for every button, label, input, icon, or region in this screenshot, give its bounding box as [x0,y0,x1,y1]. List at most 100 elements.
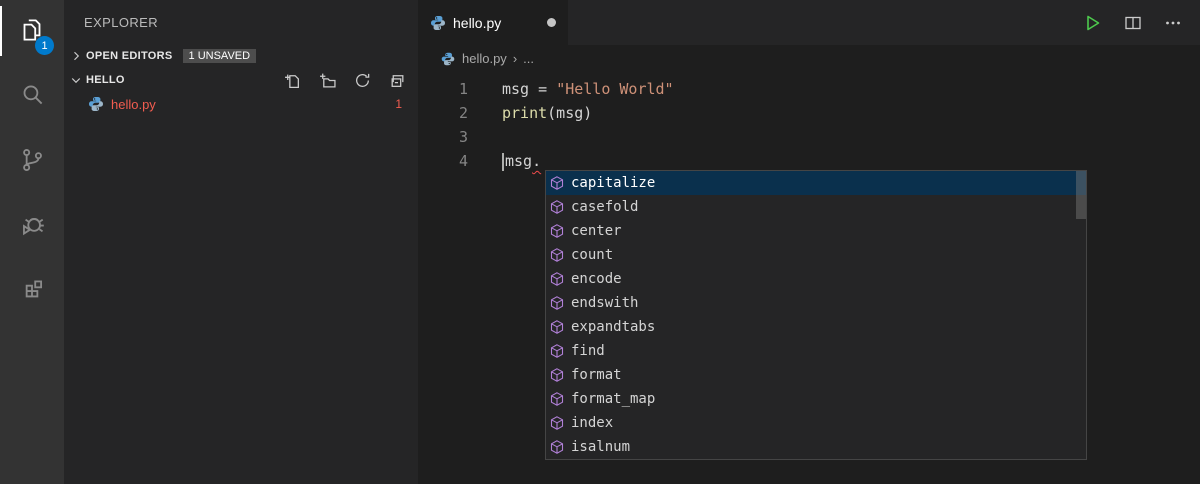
suggest-label: endswith [571,295,639,311]
vscode-window: 1 EXPLORER OPEN EDITORS 1 UNSAVED HELLO … [0,0,1200,484]
suggest-label: format [571,367,622,383]
sidebar-title: EXPLORER [84,15,159,30]
suggest-label: center [571,223,622,239]
method-icon [549,415,565,431]
suggest-label: format_map [571,391,656,407]
activity-extensions[interactable] [0,260,64,325]
suggest-label: capitalize [571,175,656,191]
activity-bar: 1 [0,0,64,484]
method-icon [549,175,565,191]
tab-hello-py[interactable]: hello.py [418,0,568,45]
python-icon [88,96,104,112]
modified-dot[interactable] [547,18,556,27]
code-text: msg. [502,149,541,173]
tab-label: hello.py [453,14,502,31]
code-token: msg = [502,80,557,98]
search-icon [17,80,47,115]
file-name: hello.py [111,96,156,112]
method-icon [549,223,565,239]
code-token: msg [505,152,533,170]
suggest-item-isalnum[interactable]: isalnum [546,435,1086,459]
breadcrumb-separator: › [512,51,518,66]
method-icon [549,199,565,215]
source-control-icon [17,145,47,180]
explorer-toolbar [284,72,406,89]
suggest-label: expandtabs [571,319,656,335]
sidebar-explorer: EXPLORER OPEN EDITORS 1 UNSAVED HELLO he… [64,0,418,484]
open-editors-label: OPEN EDITORS [86,50,173,62]
activity-explorer[interactable]: 1 [0,0,64,65]
chevron-down-icon [68,74,84,86]
suggest-item-encode[interactable]: encode [546,267,1086,291]
collapse-all-icon[interactable] [389,72,406,89]
extensions-icon [17,275,47,310]
unsaved-badge: 1 UNSAVED [182,49,257,63]
code-text: msg = "Hello World" [502,77,674,101]
line-number: 3 [458,128,468,146]
code-token: print [502,104,548,122]
line-number: 1 [458,80,468,98]
suggest-item-expandtabs[interactable]: expandtabs [546,315,1086,339]
tab-bar: hello.py [418,0,1200,45]
suggest-label: count [571,247,614,263]
suggest-label: casefold [571,199,639,215]
run-button[interactable] [1082,13,1102,33]
suggest-item-format_map[interactable]: format_map [546,387,1086,411]
line-number: 4 [458,152,468,170]
text-cursor [502,152,504,171]
suggest-item-count[interactable]: count [546,243,1086,267]
section-open-editors[interactable]: OPEN EDITORS 1 UNSAVED [64,44,418,68]
suggest-label: find [571,343,605,359]
method-icon [549,295,565,311]
line-number: 2 [458,104,468,122]
breadcrumb-more[interactable]: ... [523,51,534,66]
folder-label: HELLO [86,74,125,86]
new-file-icon[interactable] [284,72,301,89]
error-squiggle-token: . [532,152,542,170]
code-token: (msg) [547,104,593,122]
refresh-icon[interactable] [354,72,371,89]
active-indicator [0,6,2,56]
more-actions-icon[interactable] [1164,14,1182,32]
suggest-item-capitalize[interactable]: capitalize [546,171,1086,195]
method-icon [549,439,565,455]
breadcrumb[interactable]: hello.py › ... [418,45,1200,72]
suggest-label: index [571,415,614,431]
section-folder-hello[interactable]: HELLO [64,68,418,92]
new-folder-icon[interactable] [319,72,336,89]
suggest-item-endswith[interactable]: endswith [546,291,1086,315]
explorer-badge: 1 [35,36,54,55]
editor-actions [1082,0,1200,45]
code-line[interactable]: 2 print(msg) [418,101,1200,125]
code-line[interactable]: 3 [418,125,1200,149]
method-icon [549,367,565,383]
code-line[interactable]: 1 msg = "Hello World" [418,77,1200,101]
activity-search[interactable] [0,65,64,130]
method-icon [549,319,565,335]
suggest-widget: capitalize casefold center count encode endsw… [545,170,1087,460]
suggest-item-format[interactable]: format [546,363,1086,387]
chevron-right-icon [68,50,84,62]
suggest-item-find[interactable]: find [546,339,1086,363]
suggest-list: capitalize casefold center count encode endsw… [546,171,1086,459]
activity-run-debug[interactable] [0,195,64,260]
method-icon [549,247,565,263]
method-icon [549,343,565,359]
breadcrumb-file[interactable]: hello.py [462,51,507,66]
code-token: "Hello World" [556,80,674,98]
file-hello-py[interactable]: hello.py 1 [64,92,418,116]
suggest-item-casefold[interactable]: casefold [546,195,1086,219]
file-error-count: 1 [395,97,402,111]
suggest-label: encode [571,271,622,287]
suggest-label: isalnum [571,439,631,455]
suggest-item-center[interactable]: center [546,219,1086,243]
python-icon [441,51,455,65]
python-icon [430,15,446,31]
debug-icon [17,210,47,245]
method-icon [549,391,565,407]
suggest-scrollbar-thumb[interactable] [1076,171,1086,219]
suggest-item-index[interactable]: index [546,411,1086,435]
method-icon [549,271,565,287]
activity-source-control[interactable] [0,130,64,195]
split-editor-icon[interactable] [1124,14,1142,32]
